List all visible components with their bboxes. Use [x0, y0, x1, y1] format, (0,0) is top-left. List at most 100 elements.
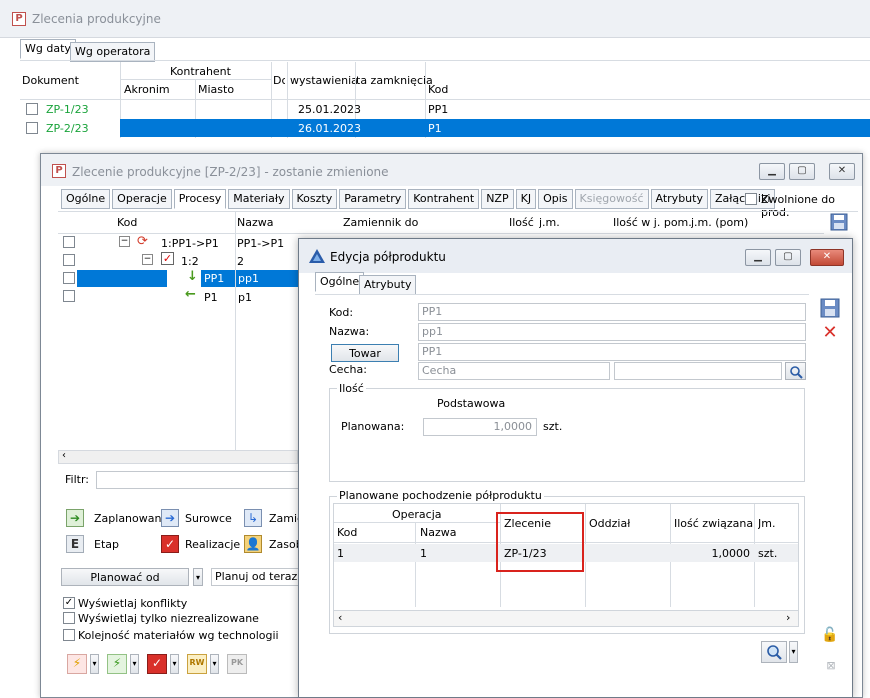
dropdown-icon[interactable]: ▾ [210, 654, 219, 674]
col-jm[interactable]: j.m. [539, 216, 560, 229]
header-divider [120, 79, 272, 80]
cecha-field[interactable]: Cecha [418, 362, 610, 380]
zwolnione-checkbox[interactable] [745, 193, 757, 205]
cecha-value-field[interactable] [614, 362, 782, 380]
zoom-icon[interactable] [761, 641, 787, 663]
dropdown-icon[interactable]: ▾ [789, 641, 798, 663]
collapse-icon[interactable]: − [119, 236, 130, 247]
nazwa-field[interactable]: pp1 [418, 323, 806, 341]
minimize-icon[interactable]: ▁ [745, 249, 771, 266]
lock-icon[interactable]: 🔓 [820, 627, 840, 647]
realizacje-toolbar-icon[interactable]: ✓ [147, 654, 167, 674]
col-jm[interactable]: Jm. [758, 517, 775, 530]
planowac-dropdown-icon[interactable]: ▾ [193, 568, 203, 586]
rw-icon[interactable]: RW [187, 654, 207, 674]
table-row[interactable]: ZP-1/23 25.01.2023 PP1 [20, 101, 870, 118]
tab-kontrahent[interactable]: Kontrahent [408, 189, 480, 209]
maximize-icon[interactable]: ▢ [775, 249, 801, 266]
planuj-od-select[interactable]: Planuj od teraz [211, 568, 301, 586]
planowana-field[interactable]: 1,0000 [423, 418, 537, 436]
save-icon[interactable] [829, 212, 849, 232]
pk-icon[interactable]: PK [227, 654, 247, 674]
scroll-left-icon[interactable]: ‹ [338, 611, 342, 624]
dropdown-icon[interactable]: ▾ [130, 654, 139, 674]
row-nazwa: 1 [420, 547, 427, 560]
row-checkbox[interactable] [63, 254, 75, 266]
tab-atrybuty[interactable]: Atrybuty [359, 275, 417, 295]
tab-koszty[interactable]: Koszty [291, 189, 338, 209]
col-kontrahent[interactable]: Kontrahent [170, 65, 231, 78]
tab-kj[interactable]: KJ [515, 189, 537, 209]
col-dokument[interactable]: Dokument [22, 74, 79, 87]
scroll-left-icon[interactable]: ‹ [62, 450, 66, 461]
col-kod[interactable]: Kod [117, 216, 137, 229]
niezrealizowane-checkbox[interactable] [63, 612, 75, 624]
dropdown-icon[interactable]: ▾ [170, 654, 179, 674]
legend-zaplanowane: Zaplanowane [94, 512, 169, 525]
col-jm-pom[interactable]: j.m. (pom) [691, 216, 748, 229]
tab-ogolne[interactable]: Ogólne [315, 272, 365, 292]
col-oddzial[interactable]: Oddział [589, 517, 630, 530]
maximize-icon[interactable]: ▢ [789, 163, 815, 180]
col-nazwa[interactable]: Nazwa [237, 216, 273, 229]
tab-procesy[interactable]: Procesy [173, 189, 227, 209]
row-checkbox[interactable] [63, 236, 75, 248]
col-ilosc-pom[interactable]: Ilość w j. pom. [613, 216, 692, 229]
table-row-selected[interactable]: ZP-2/23 26.01.2023 P1 [20, 119, 870, 137]
row-checkbox[interactable] [26, 122, 38, 134]
tab-wg-daty[interactable]: Wg daty [20, 39, 76, 59]
towar-button[interactable]: Towar [331, 344, 399, 362]
tab-opis[interactable]: Opis [538, 189, 573, 209]
tab-wg-operatora[interactable]: Wg operatora [70, 42, 156, 62]
lightning-red-icon[interactable]: ⚡ [67, 654, 87, 674]
col-ilosc[interactable]: Ilość związana [674, 517, 753, 530]
col-miasto[interactable]: Miasto [198, 83, 234, 96]
arrow-down-icon: ↓ [187, 269, 198, 284]
col-nazwa[interactable]: Nazwa [420, 526, 456, 539]
close-icon[interactable]: ✕ [829, 163, 855, 180]
scroll-right-icon[interactable]: › [786, 611, 790, 624]
row-checkbox[interactable] [26, 103, 38, 115]
tab-og-lne[interactable]: Ogólne [61, 189, 111, 209]
lightning-green-icon[interactable]: ⚡ [107, 654, 127, 674]
close-icon[interactable]: ✕ [810, 249, 844, 266]
filter-input[interactable] [96, 471, 301, 489]
tab-operacje[interactable]: Operacje [112, 189, 172, 209]
col-do[interactable]: Dc [273, 74, 285, 87]
collapse-icon[interactable]: − [142, 254, 153, 265]
kod-field[interactable]: PP1 [418, 303, 806, 321]
pin-icon[interactable]: ⊠ [822, 659, 840, 675]
dropdown-icon[interactable]: ▾ [90, 654, 99, 674]
selection-bar [120, 119, 870, 137]
ilosc-group [329, 388, 805, 482]
order-window-title: Zlecenie produkcyjne [ZP-2/23] - zostani… [72, 165, 389, 179]
tab-materia-y[interactable]: Materiały [228, 189, 290, 209]
col-kod[interactable]: Kod [428, 83, 448, 96]
col-wystawienia[interactable]: wystawienia [290, 74, 358, 87]
kolejnosc-checkbox[interactable] [63, 629, 75, 641]
search-icon[interactable] [785, 362, 806, 380]
legend-realizacje: Realizacje [185, 538, 241, 551]
col-ilosc[interactable]: Ilość [509, 216, 534, 229]
surowce-icon: ➔ [161, 509, 179, 527]
tab-atrybuty[interactable]: Atrybuty [650, 189, 708, 209]
tab-nzp[interactable]: NZP [481, 189, 514, 209]
row-checkbox[interactable] [63, 272, 75, 284]
col-zamkniecia[interactable]: ta zamknięcia [356, 74, 433, 87]
konflikty-checkbox[interactable]: ✓ [63, 597, 75, 609]
tab-parametry[interactable]: Parametry [339, 189, 407, 209]
save-icon[interactable] [819, 297, 841, 319]
towar-field[interactable]: PP1 [418, 343, 806, 361]
row-checkbox[interactable] [63, 290, 75, 302]
cancel-icon[interactable]: ✕ [820, 324, 840, 344]
horizontal-scrollbar[interactable]: ‹ › [334, 610, 798, 626]
col-operacja[interactable]: Operacja [392, 508, 442, 521]
minimize-icon[interactable]: ▁ [759, 163, 785, 180]
planowac-od-button[interactable]: Planować od [61, 568, 189, 586]
col-akronim[interactable]: Akronim [124, 83, 170, 96]
pochodzenie-group-label: Planowane pochodzenie półproduktu [337, 489, 544, 502]
col-zamiennik[interactable]: Zamiennik do [343, 216, 418, 229]
col-kod[interactable]: Kod [337, 526, 357, 539]
horizontal-scrollbar[interactable]: ‹ [58, 450, 298, 464]
tab-ksi-gowo-[interactable]: Księgowość [574, 189, 649, 209]
